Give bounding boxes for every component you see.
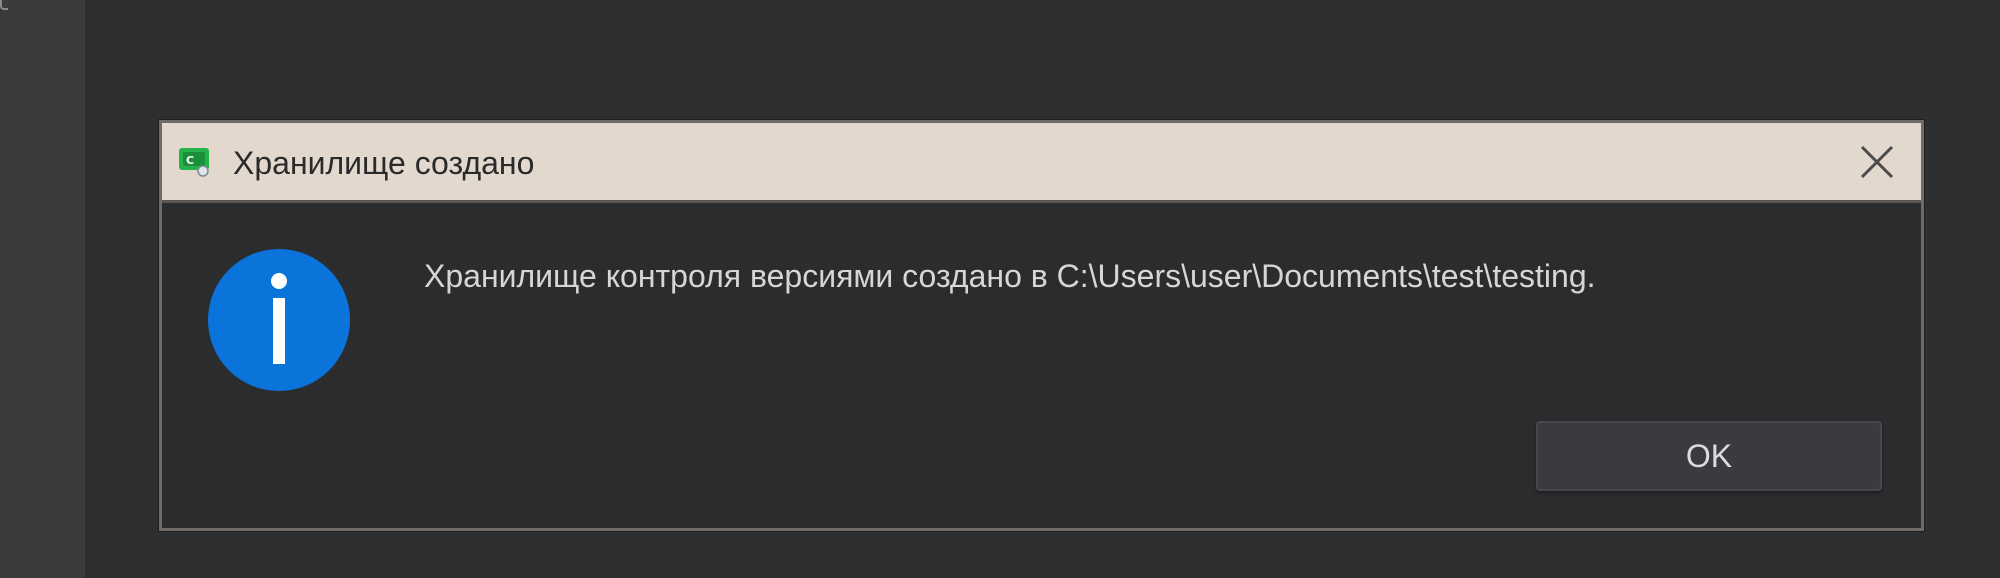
dialog-message: Хранилище контроля версиями создано в C:… <box>424 258 1596 294</box>
message-dialog: C Хранилище создано Хранилище контроля в… <box>159 120 1924 531</box>
version-control-app-icon: C <box>179 148 209 177</box>
left-panel-strip <box>0 0 85 578</box>
dialog-titlebar[interactable]: C Хранилище создано <box>162 123 1921 203</box>
partial-glyph <box>0 0 8 10</box>
info-icon <box>208 249 350 391</box>
close-icon <box>1860 145 1894 179</box>
svg-text:C: C <box>186 154 194 167</box>
close-button[interactable] <box>1853 139 1901 185</box>
dialog-title: Хранилище создано <box>233 145 535 181</box>
ok-button[interactable]: OK <box>1536 421 1882 491</box>
